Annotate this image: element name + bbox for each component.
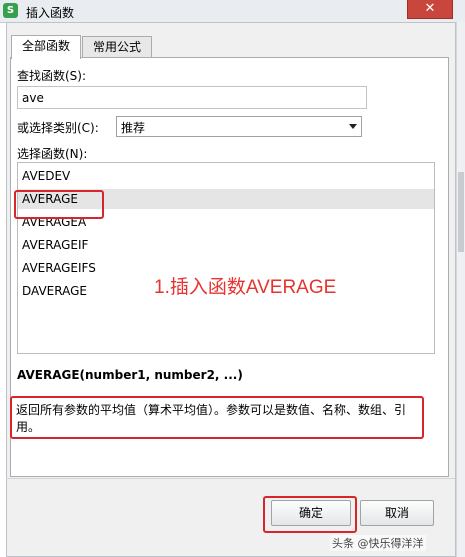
watermark: 头条 @快乐得洋洋	[330, 535, 426, 551]
chevron-down-icon	[349, 124, 357, 129]
list-item[interactable]: AVERAGEIF	[22, 235, 88, 255]
search-label: 查找函数(S):	[17, 69, 87, 83]
category-selected-value: 推荐	[121, 121, 146, 135]
list-item[interactable]: DAVERAGE	[22, 281, 87, 301]
scrollbar-thumb[interactable]	[458, 172, 464, 252]
close-button[interactable]: ✕	[407, 0, 453, 19]
dialog-title: 插入函数	[26, 6, 75, 20]
category-label: 或选择类别(C):	[17, 121, 99, 135]
divider	[6, 478, 455, 479]
highlight-box-average	[14, 190, 104, 219]
category-select[interactable]: 推荐	[116, 116, 362, 137]
function-list-label: 选择函数(N):	[17, 147, 88, 161]
cancel-button[interactable]: 取消	[360, 500, 434, 526]
annotation-text: 1.插入函数AVERAGE	[154, 277, 337, 298]
list-item[interactable]: AVEDEV	[22, 166, 70, 186]
wps-app-icon: S	[3, 3, 18, 18]
highlight-box-ok	[263, 496, 357, 533]
list-item[interactable]: AVERAGEIFS	[22, 258, 96, 278]
highlight-box-description	[10, 396, 424, 439]
tab-common-formulas[interactable]: 常用公式	[82, 36, 152, 57]
title-bar: S 插入函数 ✕	[0, 0, 465, 23]
tab-all-functions[interactable]: 全部函数	[11, 35, 81, 59]
function-signature: AVERAGE(number1, number2, ...)	[17, 368, 243, 382]
background-scrollbar[interactable]	[456, 22, 465, 557]
search-input[interactable]	[17, 86, 367, 109]
